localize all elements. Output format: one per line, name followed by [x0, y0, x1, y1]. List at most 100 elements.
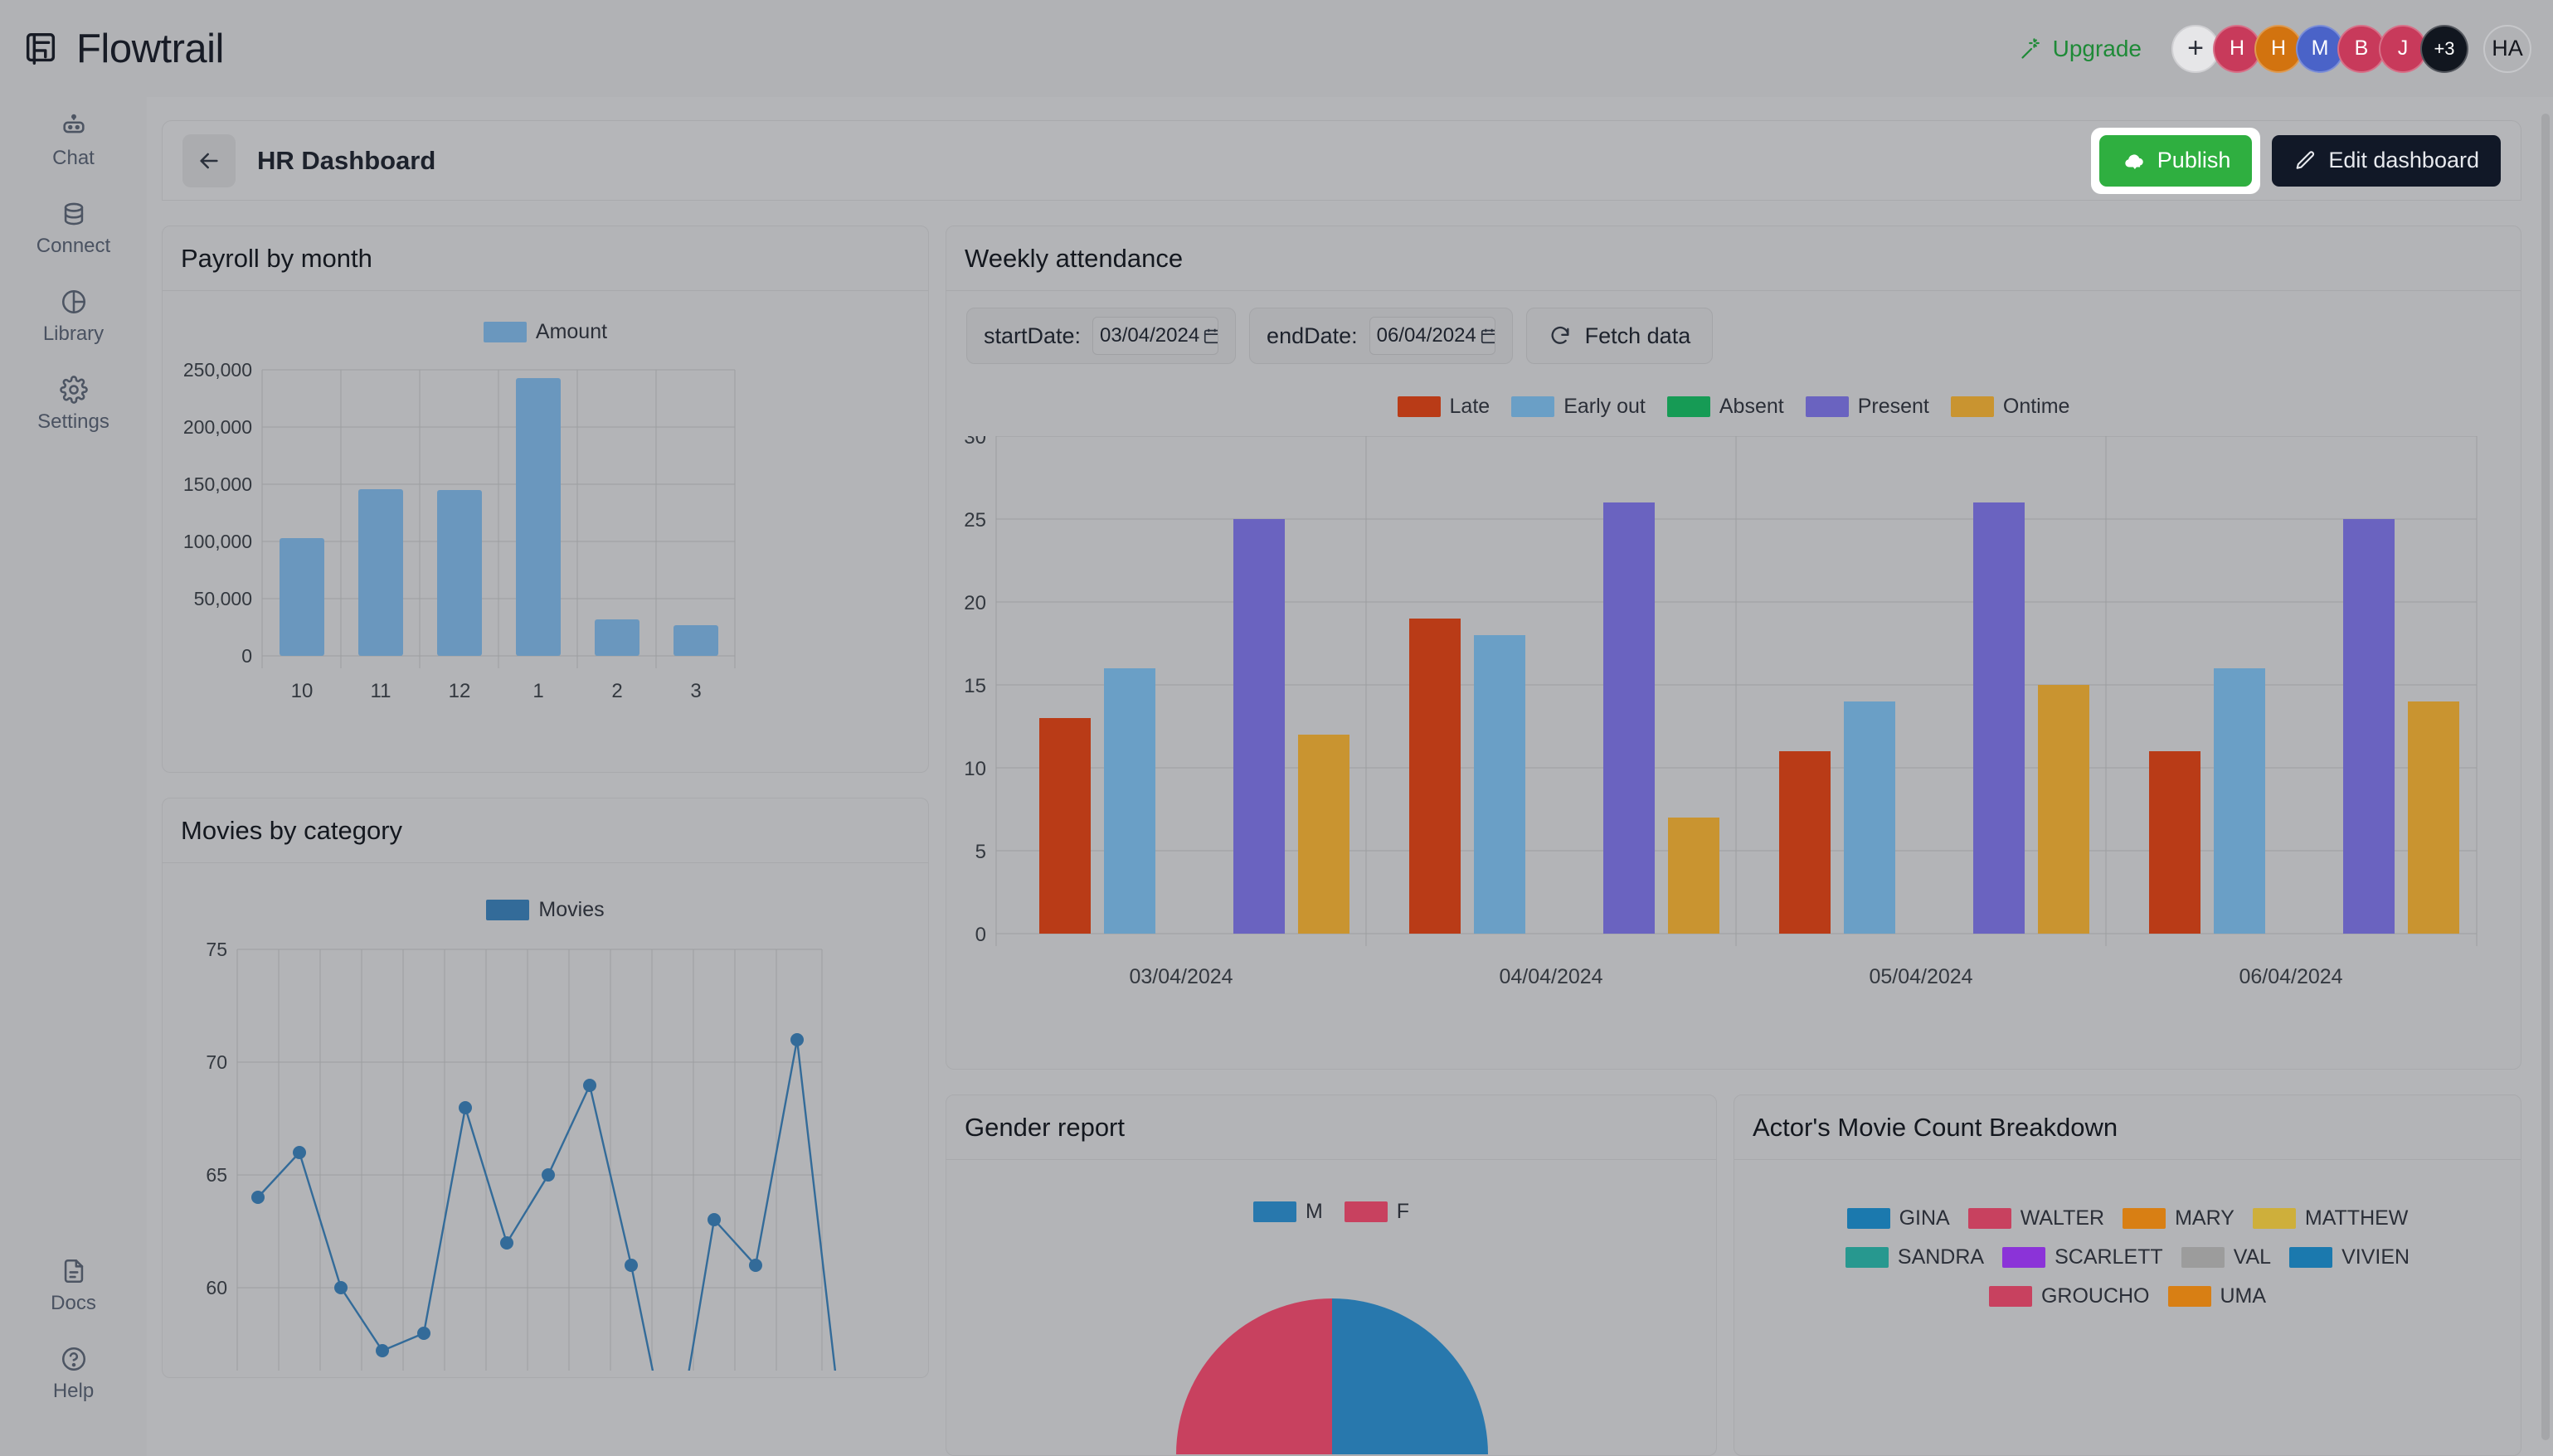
legend-item[interactable]: VAL [2181, 1245, 2271, 1269]
dashboard-actions: Publish Edit dashboard [2090, 127, 2501, 194]
brand-name: Flowtrail [76, 26, 224, 71]
end-date-field[interactable]: endDate: 06/04/2024 [1249, 308, 1513, 364]
legend-label: Absent [1719, 395, 1784, 418]
legend-label: Early out [1563, 395, 1646, 418]
legend-item[interactable]: MARY [2123, 1206, 2234, 1230]
payroll-chart[interactable]: Amount 250,000 200,000 150,000 100,000 5… [163, 291, 928, 772]
legend-swatch [483, 322, 527, 342]
svg-text:100,000: 100,000 [183, 531, 252, 552]
legend-item[interactable]: SCARLETT [2002, 1245, 2163, 1269]
svg-text:150,000: 150,000 [183, 473, 252, 495]
calendar-icon[interactable] [1480, 327, 1495, 345]
question-circle-icon [60, 1345, 88, 1373]
main-content: HR Dashboard Publish Edit dashboard Payr… [147, 97, 2553, 1456]
edit-dashboard-label: Edit dashboard [2328, 148, 2479, 172]
publish-button-focus-ring: Publish [2090, 127, 2261, 194]
legend-swatch [1967, 1208, 2011, 1229]
legend-swatch [1846, 1208, 1890, 1229]
sidebar-item-settings[interactable]: Settings [0, 361, 147, 449]
vertical-scrollbar[interactable] [2541, 114, 2550, 1440]
fetch-data-label: Fetch data [1584, 323, 1691, 348]
legend-label: Movies [538, 898, 605, 921]
legend-swatch [1988, 1286, 2032, 1307]
svg-text:250,000: 250,000 [183, 359, 252, 381]
legend-swatch [1666, 396, 1710, 417]
legend-item[interactable]: GROUCHO [1988, 1284, 2150, 1308]
legend-swatch [1845, 1247, 1889, 1268]
current-user-avatar[interactable]: HA [2483, 24, 2531, 73]
legend-label: VIVIEN [2341, 1245, 2410, 1269]
avatar-overflow-count[interactable]: +3 [2420, 24, 2468, 73]
panel-title: Actor's Movie Count Breakdown [1734, 1095, 2521, 1160]
movies-chart[interactable]: Movies 75 70 65 60 [163, 863, 928, 1377]
chart-legend: Amount [163, 320, 928, 344]
panel-payroll-by-month: Payroll by month Amount 250,000 200,000 … [162, 226, 929, 773]
brand[interactable]: Flowtrail [0, 26, 224, 72]
legend-swatch [1344, 1201, 1388, 1222]
legend-item[interactable]: Movies [486, 898, 605, 922]
legend-label: Present [1857, 395, 1929, 418]
end-date-input[interactable]: 06/04/2024 [1369, 317, 1495, 355]
svg-text:50,000: 50,000 [194, 588, 252, 609]
chart-legend: Movies [163, 898, 928, 922]
top-bar-right: Upgrade + H H M B J +3 HA [2020, 24, 2553, 73]
svg-text:12: 12 [449, 680, 471, 702]
upgrade-label: Upgrade [2052, 35, 2142, 61]
legend-item[interactable]: Amount [483, 320, 607, 344]
legend-label: MATTHEW [2304, 1206, 2409, 1230]
legend-item[interactable]: UMA [2167, 1284, 2266, 1308]
svg-text:04/04/2024: 04/04/2024 [1499, 965, 1602, 988]
sidebar-item-chat[interactable]: Chat [0, 97, 147, 185]
payroll-chart-svg: 250,000 200,000 150,000 100,000 50,000 0… [183, 359, 736, 702]
fetch-data-button[interactable]: Fetch data [1525, 308, 1714, 364]
end-date-label: endDate: [1267, 323, 1358, 348]
member-avatars: + H H M B J +3 HA [2171, 24, 2531, 73]
sidebar-item-library[interactable]: Library [0, 273, 147, 361]
publish-label: Publish [2157, 148, 2231, 172]
panel-title: Weekly attendance [946, 226, 2521, 291]
legend-item[interactable]: VIVIEN [2289, 1245, 2410, 1269]
chart-legend: M F [946, 1200, 1716, 1224]
legend-item[interactable]: GINA [1846, 1206, 1950, 1230]
legend-swatch [2167, 1286, 2211, 1307]
sidebar-item-docs[interactable]: Docs [0, 1242, 147, 1330]
start-date-field[interactable]: startDate: 03/04/2024 [966, 308, 1237, 364]
robot-icon [60, 112, 88, 140]
svg-text:1: 1 [532, 680, 543, 702]
legend-item[interactable]: Ontime [1950, 395, 2069, 419]
legend-swatch [1397, 396, 1441, 417]
start-date-input[interactable]: 03/04/2024 [1092, 317, 1219, 355]
actors-chart[interactable]: GINA WALTER MARY MATTHEW SANDRA SCARLETT… [1734, 1160, 2521, 1455]
legend-label: Late [1449, 395, 1490, 418]
legend-item[interactable]: MATTHEW [2252, 1206, 2409, 1230]
publish-button[interactable]: Publish [2098, 134, 2253, 187]
legend-swatch [2123, 1208, 2166, 1229]
sidebar-bottom: Docs Help [0, 1242, 147, 1456]
edit-dashboard-button[interactable]: Edit dashboard [2272, 134, 2501, 187]
legend-item[interactable]: Present [1805, 395, 1929, 419]
gender-chart[interactable]: M F [946, 1160, 1716, 1455]
legend-item[interactable]: M [1252, 1200, 1323, 1224]
legend-item[interactable]: Late [1397, 395, 1490, 419]
svg-text:15: 15 [964, 675, 986, 697]
sidebar-item-connect[interactable]: Connect [0, 185, 147, 273]
calendar-icon[interactable] [1203, 327, 1218, 345]
legend-item[interactable]: Early out [1511, 395, 1646, 419]
legend-swatch [1805, 396, 1849, 417]
legend-swatch [1252, 1201, 1296, 1222]
sidebar-item-help[interactable]: Help [0, 1330, 147, 1418]
legend-item[interactable]: WALTER [1967, 1206, 2104, 1230]
legend-item[interactable]: SANDRA [1845, 1245, 1984, 1269]
legend-label: SCARLETT [2055, 1245, 2163, 1269]
svg-text:65: 65 [206, 1164, 227, 1186]
chart-legend: Late Early out Absent Present Ontime [946, 395, 2521, 419]
gear-icon [59, 376, 88, 404]
refresh-icon [1549, 324, 1572, 347]
svg-text:0: 0 [241, 645, 252, 667]
upgrade-button[interactable]: Upgrade [2020, 36, 2142, 62]
legend-swatch [2252, 1208, 2296, 1229]
legend-item[interactable]: F [1344, 1200, 1409, 1224]
back-button[interactable] [182, 133, 236, 187]
legend-item[interactable]: Absent [1666, 395, 1784, 419]
sidebar-item-label: Help [52, 1380, 95, 1402]
